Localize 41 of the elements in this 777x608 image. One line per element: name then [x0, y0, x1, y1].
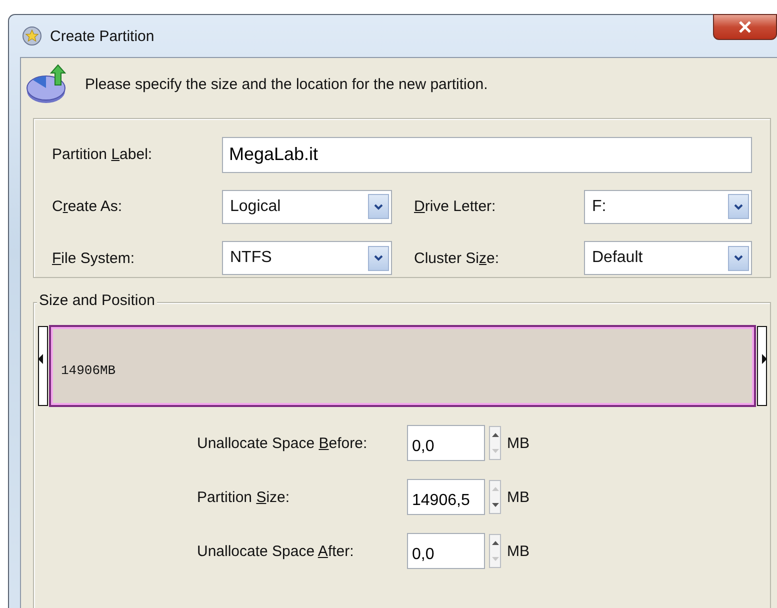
unit-label: MB — [507, 434, 530, 452]
number-field[interactable]: 0,0 — [407, 425, 485, 461]
number-field[interactable]: 0,0 — [407, 533, 485, 569]
left-handle-icon — [37, 325, 49, 407]
instruction-text: Please specify the size and the location for the new partition. — [85, 76, 488, 92]
dropdown[interactable]: F: — [584, 190, 752, 224]
field-label: Unallocate Space After: — [197, 542, 355, 560]
unit-label: MB — [507, 542, 530, 560]
partition-size-text: 14906MB — [61, 362, 116, 378]
spin-buttons[interactable] — [489, 480, 501, 514]
close-button[interactable] — [713, 14, 777, 40]
number-field[interactable]: 14906,5 — [407, 479, 485, 515]
field-label: Cluster Size: — [414, 250, 500, 267]
unit-label: MB — [507, 488, 530, 506]
partition-block[interactable]: 14906MB — [49, 325, 756, 407]
spin-buttons[interactable] — [489, 426, 501, 460]
up-arrow-icon — [492, 433, 498, 437]
dropdown[interactable]: Logical — [222, 190, 392, 224]
dropdown[interactable]: Default — [584, 241, 752, 276]
field-label: Create As: — [52, 198, 124, 216]
field-label: Drive Letter: — [414, 198, 497, 216]
star-disc-icon — [22, 26, 42, 46]
dropdown[interactable]: NTFS — [222, 241, 392, 276]
chevron-down-icon — [374, 204, 383, 210]
field-label: Partition Size: — [197, 488, 291, 506]
down-arrow-icon — [492, 449, 498, 453]
chevron-down-icon — [374, 255, 383, 262]
field-label: Unallocate Space Before: — [197, 434, 368, 452]
up-arrow-icon — [492, 541, 498, 545]
close-icon — [738, 21, 752, 33]
right-handle-icon — [756, 325, 768, 407]
field-label: Partition Label: — [52, 146, 154, 164]
down-arrow-icon — [492, 557, 498, 561]
partition-label-field[interactable]: MegaLab.it — [222, 136, 752, 173]
field-label: File System: — [52, 250, 136, 267]
up-arrow-icon — [492, 487, 498, 491]
spin-buttons[interactable] — [489, 534, 501, 568]
chevron-down-icon — [734, 204, 743, 210]
chevron-down-icon — [734, 255, 743, 262]
window-title: Create Partition — [50, 28, 154, 44]
down-arrow-icon — [492, 503, 498, 507]
